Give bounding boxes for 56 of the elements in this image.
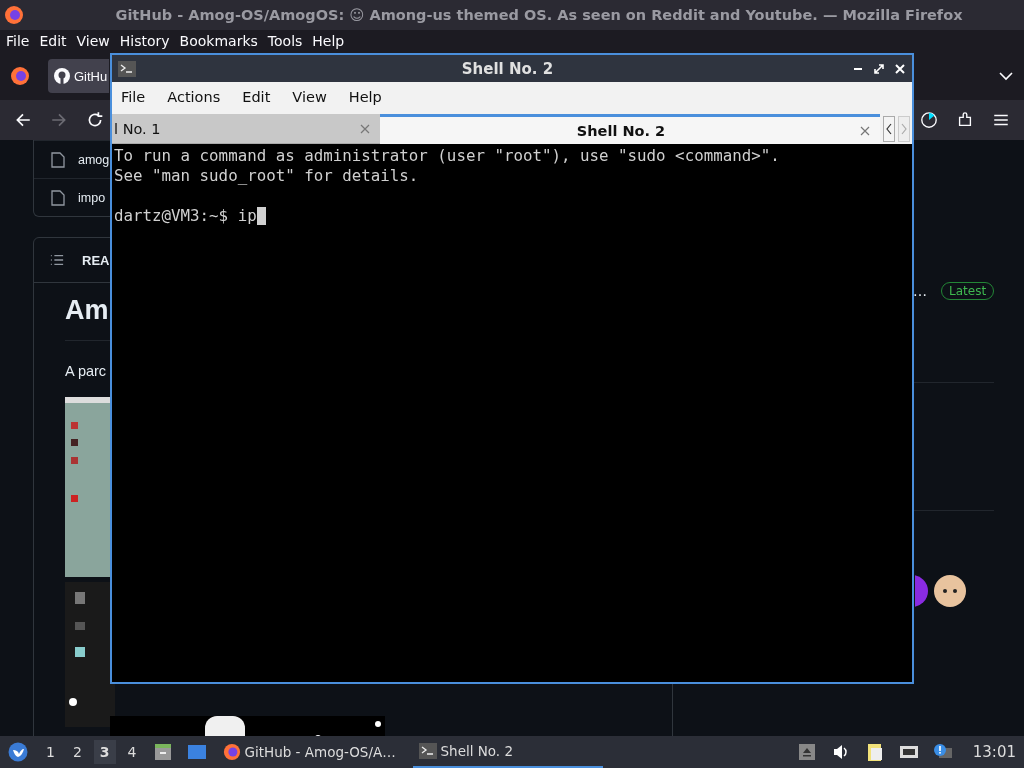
text-cursor [256, 207, 266, 225]
file-name[interactable]: amog [78, 152, 110, 167]
taskbar-task[interactable]: GitHub - Amog-OS/A… [216, 736, 407, 768]
clock[interactable]: 13:01 [972, 743, 1016, 761]
readme-label: REA [82, 252, 110, 268]
command-prompt: dartz@VM3:~$ ip [114, 206, 257, 226]
browser-tab[interactable]: GitHu [48, 59, 109, 93]
reload-icon[interactable] [86, 111, 104, 129]
menu-item[interactable]: Help [348, 89, 382, 105]
file-cabinet-icon[interactable] [152, 742, 173, 762]
eject-icon[interactable] [796, 742, 817, 762]
readme-heading: Am [65, 295, 109, 326]
menu-item[interactable]: Edit [39, 33, 67, 49]
maximize-icon[interactable] [873, 62, 885, 75]
menu-item[interactable]: Edit [242, 89, 271, 105]
window-title: GitHub - Amog-OS/AmogOS: ☺ Among-us themed OS. As seen on Reddit and Youtube. — Mozilla Firefox [114, 7, 964, 23]
avatar-icon[interactable] [933, 574, 967, 608]
menu-item[interactable]: Tools [267, 33, 303, 49]
file-icon [51, 151, 65, 168]
desktop-icon[interactable] [186, 742, 207, 762]
menu-item[interactable]: Help [312, 33, 345, 49]
account-icon[interactable] [920, 111, 938, 129]
menu-item[interactable]: File [6, 33, 30, 49]
terminal-line: See "man sudo_root" for details. [114, 166, 420, 186]
readme-paragraph: A parc [65, 363, 107, 379]
terminal-line: To run a command as administrator (user "root"), use "sudo <command>". [114, 146, 781, 166]
file-name[interactable]: impo [78, 190, 106, 205]
terminal-icon [418, 742, 437, 760]
puzzle-icon[interactable] [956, 111, 974, 129]
scroll-left-icon[interactable] [883, 116, 895, 142]
menu-item[interactable]: Actions [167, 89, 221, 105]
menu-item[interactable]: History [119, 33, 170, 49]
workspace-button[interactable]: 4 [121, 740, 143, 764]
firefox-icon [222, 743, 241, 761]
workspace-button[interactable]: 1 [40, 740, 61, 764]
menu-item[interactable]: View [76, 33, 110, 49]
forward-icon[interactable] [50, 111, 68, 129]
firefox-icon[interactable] [10, 66, 30, 86]
menu-item[interactable]: Bookmarks [179, 33, 258, 49]
list-icon[interactable] [50, 252, 64, 268]
firefox-icon [4, 5, 24, 25]
chevron-down-icon[interactable] [998, 71, 1014, 81]
taskbar-task[interactable]: Shell No. 2 [412, 736, 603, 768]
back-icon[interactable] [14, 111, 32, 129]
window-title: Shell No. 2 [460, 59, 555, 78]
start-menu-icon[interactable] [8, 742, 28, 762]
terminal-icon [118, 60, 136, 77]
workspace-button[interactable]: 2 [66, 740, 88, 764]
workspace-button[interactable]: 3 [93, 740, 116, 764]
menu-item[interactable]: View [292, 89, 327, 105]
terminal-tab[interactable]: Shell No. 2 [380, 114, 880, 144]
file-icon [51, 189, 65, 206]
github-icon [54, 68, 70, 84]
menu-item[interactable]: File [121, 89, 146, 105]
release-title[interactable]: … [913, 283, 927, 299]
terminal-tab[interactable]: l No. 1 [112, 114, 380, 144]
